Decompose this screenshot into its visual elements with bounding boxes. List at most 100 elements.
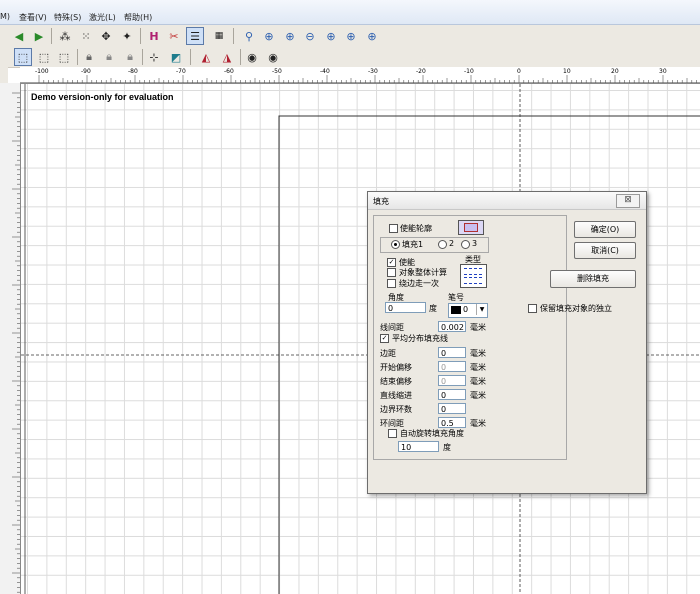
fill1-radio[interactable] [391, 240, 400, 249]
zoom-icon[interactable]: ⚲ [240, 27, 258, 45]
margin-unit: 毫米 [470, 349, 486, 358]
cancel-button[interactable]: 取消(C) [574, 242, 636, 259]
node-edit-icon[interactable]: ⁂ [56, 27, 74, 45]
mirror-h-icon[interactable]: ◭ [197, 48, 215, 66]
preview-eye-all-icon[interactable]: ◉ [264, 48, 282, 66]
zoom-selection-icon[interactable]: ⊕ [342, 27, 360, 45]
menu-bar: M) 查看(V) 特殊(S) 激光(L) 帮助(H) [0, 0, 700, 25]
ruler-label: 20 [611, 68, 619, 75]
ruler-label: -20 [416, 68, 426, 75]
angle-input[interactable]: 0 [385, 302, 426, 313]
zoom-fit-icon[interactable]: ⊕ [281, 27, 299, 45]
menu-item-help[interactable]: 帮助(H) [124, 12, 152, 23]
edge-once-checkbox[interactable] [387, 279, 396, 288]
node-select-icon[interactable]: ⁙ [77, 27, 95, 45]
auto-rotate-label: 自动旋转填充角度 [400, 429, 464, 438]
preview-eye-icon[interactable]: ◉ [243, 48, 261, 66]
ruler-label: -10 [464, 68, 474, 75]
loop-spacing-unit: 毫米 [470, 419, 486, 428]
group-icon[interactable]: ⬚ [35, 48, 53, 66]
ruler-label: 30 [659, 68, 667, 75]
keep-independent-checkbox[interactable] [528, 304, 537, 313]
select-tool-icon[interactable]: ⬚ [14, 48, 32, 66]
ruler-label: -70 [176, 68, 186, 75]
unlock-icon[interactable]: 🔒︎ [100, 48, 118, 66]
keep-independent-label: 保留填充对象的独立 [540, 304, 612, 313]
fill2-radio[interactable] [438, 240, 447, 249]
ruler-label: -50 [272, 68, 282, 75]
rotate-angle-input[interactable]: 10 [398, 441, 439, 452]
back-icon[interactable]: ◀ [10, 27, 28, 45]
forward-icon[interactable]: ▶ [30, 27, 48, 45]
enable-checkbox[interactable]: ✓ [387, 258, 396, 267]
align-icon[interactable]: ⊹ [145, 48, 163, 66]
lock-icon[interactable]: 🔒︎ [80, 48, 98, 66]
avg-distribute-label: 平均分布填充线 [392, 334, 448, 343]
menu-item-laser[interactable]: 激光(L) [89, 12, 116, 23]
node-smooth-icon[interactable]: ✦ [118, 27, 136, 45]
vertical-ruler [0, 83, 21, 594]
ruler-label: -30 [368, 68, 378, 75]
outline-style-button[interactable] [458, 220, 484, 235]
dialog-title: 填充 [373, 197, 389, 206]
fill3-label: 3 [472, 239, 478, 248]
barcode-icon[interactable]: ▦ [210, 27, 228, 45]
toolbar-main: ◀ ▶ ⁂ ⁙ ✥ ✦ H ✂ ☰ ▦ ⚲ ⊕ ⊕ ⊖ ⊕ ⊕ ⊕ [0, 25, 700, 48]
fill2-label: 2 [449, 239, 455, 248]
ruler-label: 10 [563, 68, 571, 75]
arrange-icon[interactable]: ◩ [167, 48, 185, 66]
tools-icon[interactable]: ✂ [165, 27, 183, 45]
start-offset-unit: 毫米 [470, 363, 486, 372]
pen-label: 笔号 [448, 293, 464, 302]
zoom-page-icon[interactable]: ⊕ [363, 27, 381, 45]
end-offset-unit: 毫米 [470, 377, 486, 386]
menu-item-file[interactable]: M) [0, 12, 10, 21]
rotate-angle-unit: 度 [443, 443, 451, 452]
zoom-all-icon[interactable]: ⊕ [322, 27, 340, 45]
toolbar-secondary: ⬚ ⬚ ⬚ 🔒︎ 🔒︎ 🔒︎ ⊹ ◩ ◭ ◮ ◉ ◉ [0, 47, 700, 68]
angle-unit: 度 [429, 304, 437, 313]
menu-item-view[interactable]: 查看(V) [19, 12, 47, 23]
dialog-titlebar[interactable]: 填充 ⊠ [368, 192, 646, 210]
auto-rotate-checkbox[interactable] [388, 429, 397, 438]
start-offset-label: 开始偏移 [380, 363, 412, 372]
zoom-out-icon[interactable]: ⊖ [301, 27, 319, 45]
ruler-label: 0 [517, 68, 521, 75]
unlock-all-icon[interactable]: 🔒︎ [121, 48, 139, 66]
ruler-label: -60 [224, 68, 234, 75]
node-move-icon[interactable]: ✥ [97, 27, 115, 45]
ruler-label: -100 [35, 68, 49, 75]
fill-type-button[interactable] [460, 264, 487, 288]
margin-input[interactable]: 0 [438, 347, 466, 358]
ruler-label: -90 [81, 68, 91, 75]
ungroup-icon[interactable]: ⬚ [55, 48, 73, 66]
loop-spacing-input[interactable]: 0.5 [438, 417, 466, 428]
enable-outline-label: 使能轮廓 [400, 224, 432, 233]
fill1-label: 填充1 [402, 240, 424, 249]
line-spacing-label: 线间距 [380, 323, 404, 332]
ruler-label: -80 [128, 68, 138, 75]
pen-select[interactable]: 0 ▼ [448, 303, 488, 318]
zoom-in-icon[interactable]: ⊕ [260, 27, 278, 45]
menu-item-special[interactable]: 特殊(S) [54, 12, 81, 23]
line-indent-input[interactable]: 0 [438, 389, 466, 400]
fill3-radio[interactable] [461, 240, 470, 249]
hatch-icon[interactable]: H [145, 27, 163, 45]
list-icon[interactable]: ☰ [186, 27, 204, 45]
chevron-down-icon[interactable]: ▼ [476, 304, 487, 315]
border-loops-label: 边界环数 [380, 405, 412, 414]
end-offset-input[interactable]: 0 [438, 375, 466, 386]
ok-button[interactable]: 确定(O) [574, 221, 636, 238]
avg-distribute-checkbox[interactable]: ✓ [380, 334, 389, 343]
close-icon[interactable]: ⊠ [616, 194, 640, 208]
border-loops-input[interactable]: 0 [438, 403, 466, 414]
margin-label: 边距 [380, 349, 396, 358]
whole-calc-label: 对象整体计算 [399, 268, 447, 277]
start-offset-input[interactable]: 0 [438, 361, 466, 372]
fill-dialog: 填充 ⊠ 使能轮廓 填充1 2 3 ✓ 使能 对象整体计算 绕边走一次 类型 角… [367, 191, 647, 494]
enable-outline-checkbox[interactable] [389, 224, 398, 233]
mirror-v-icon[interactable]: ◮ [218, 48, 236, 66]
delete-fill-button[interactable]: 删除填充 [550, 270, 636, 288]
line-spacing-input[interactable]: 0.002 [438, 321, 466, 332]
whole-calc-checkbox[interactable] [387, 268, 396, 277]
